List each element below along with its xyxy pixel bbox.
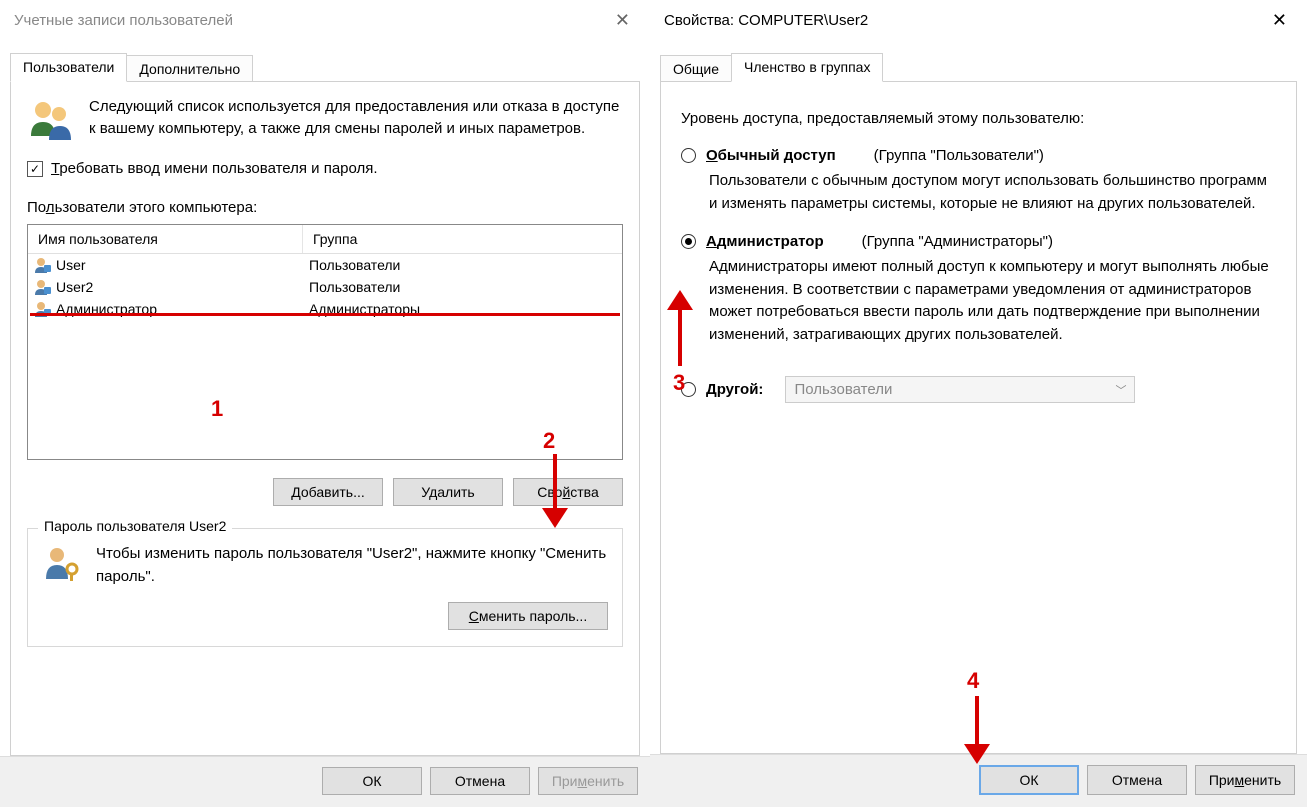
user-icon [34, 257, 52, 273]
add-button[interactable]: Добавить... [273, 478, 383, 506]
annotation-arrow-4-shaft [975, 696, 979, 750]
user-icon [34, 279, 52, 295]
radio-admin-title: Администратор [706, 233, 824, 250]
other-group-dropdown[interactable]: Пользователи ﹀ [785, 376, 1135, 403]
annotation-arrow-4-head [962, 744, 992, 764]
password-text: Чтобы изменить пароль пользователя "User… [96, 543, 608, 588]
close-icon[interactable]: ✕ [1264, 8, 1295, 33]
radio-other[interactable] [681, 382, 696, 397]
user-properties-dialog: Свойства: COMPUTER\User2 ✕ Общие Членств… [650, 0, 1307, 807]
require-login-checkbox[interactable]: ✓ Требовать ввод имени пользователя и па… [27, 160, 623, 177]
apply-button[interactable]: Применить [1195, 765, 1295, 795]
checkbox-icon: ✓ [27, 161, 43, 177]
tab-users[interactable]: Пользователи [10, 53, 127, 82]
annotation-underline [30, 313, 620, 316]
cancel-button[interactable]: Отмена [430, 767, 530, 795]
tabstrip: Общие Членство в группах [650, 53, 1307, 81]
radio-admin-note: (Группа "Администраторы") [862, 233, 1053, 250]
annotation-arrow-2-head [540, 508, 570, 528]
list-item[interactable]: User2 Пользователи [28, 276, 622, 298]
list-item[interactable]: Администратор Администраторы [28, 298, 622, 320]
cancel-button[interactable]: Отмена [1087, 765, 1187, 795]
users-icon [27, 96, 75, 144]
list-item[interactable]: User Пользователи [28, 254, 622, 276]
change-password-button[interactable]: Сменить пароль... [448, 602, 608, 630]
dialog-footer: ОК Отмена Применить [0, 756, 650, 807]
radio-admin-block: Администратор (Группа "Администраторы") … [681, 233, 1280, 346]
tab-group-membership[interactable]: Членство в группах [731, 53, 883, 82]
properties-button[interactable]: Свойства [513, 478, 623, 506]
close-icon[interactable]: ✕ [607, 8, 638, 33]
radio-standard-desc: Пользователи с обычным доступом могут ис… [709, 170, 1269, 215]
tab-general[interactable]: Общие [660, 55, 732, 83]
user-accounts-dialog: Учетные записи пользователей ✕ Пользоват… [0, 0, 650, 807]
require-login-label: ребовать ввод имени пользователя и парол… [59, 160, 377, 177]
ok-button[interactable]: ОК [979, 765, 1079, 795]
apply-button: Применить [538, 767, 638, 795]
tab-panel-users: Следующий список используется для предос… [10, 81, 640, 756]
annotation-arrow-2-shaft [553, 454, 557, 514]
radio-other-block: Другой: Пользователи ﹀ [681, 376, 1280, 403]
column-header-group[interactable]: Группа [303, 225, 622, 253]
remove-button[interactable]: Удалить [393, 478, 503, 506]
users-list-label: Пользователи этого компьютера: [27, 199, 623, 216]
radio-standard-note: (Группа "Пользователи") [874, 147, 1044, 164]
radio-admin-desc: Администраторы имеют полный доступ к ком… [709, 256, 1269, 346]
tab-panel-membership: Уровень доступа, предоставляемый этому п… [660, 81, 1297, 754]
radio-admin[interactable] [681, 234, 696, 249]
tab-advanced[interactable]: Дополнительно [126, 55, 253, 83]
titlebar: Учетные записи пользователей ✕ [0, 0, 650, 39]
radio-other-title: Другой: [706, 381, 763, 398]
dialog-title: Свойства: COMPUTER\User2 [664, 12, 868, 29]
tabstrip: Пользователи Дополнительно [0, 53, 650, 81]
user-buttons-row: Добавить... Удалить Свойства [27, 478, 623, 506]
key-user-icon [42, 543, 82, 583]
annotation-4: 4 [967, 668, 979, 694]
password-group-title: Пароль пользователя User2 [38, 518, 232, 534]
column-header-name[interactable]: Имя пользователя [28, 225, 303, 253]
radio-standard[interactable] [681, 148, 696, 163]
users-listview[interactable]: Имя пользователя Группа User Пользовател… [27, 224, 623, 460]
radio-standard-title: Обычный доступ [706, 147, 836, 164]
dialog-title: Учетные записи пользователей [14, 12, 233, 29]
chevron-down-icon: ﹀ [1115, 382, 1126, 398]
radio-standard-block: Обычный доступ (Группа "Пользователи") П… [681, 147, 1280, 215]
ok-button[interactable]: ОК [322, 767, 422, 795]
annotation-arrow-3-head [665, 290, 695, 310]
intro-text: Следующий список используется для предос… [89, 96, 623, 144]
listview-header: Имя пользователя Группа [28, 225, 622, 254]
annotation-arrow-3-shaft [678, 306, 682, 366]
password-groupbox: Пароль пользователя User2 Чтобы изменить… [27, 528, 623, 647]
access-level-label: Уровень доступа, предоставляемый этому п… [681, 110, 1280, 127]
titlebar: Свойства: COMPUTER\User2 ✕ [650, 0, 1307, 39]
